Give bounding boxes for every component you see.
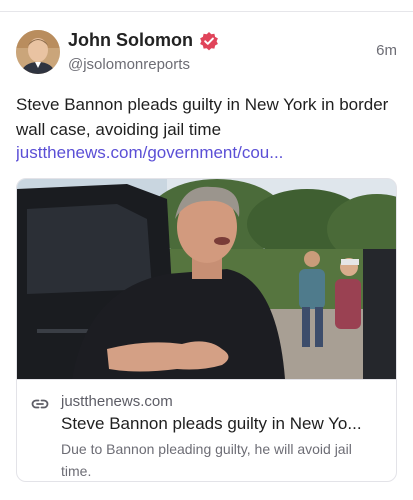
post-header: John Solomon @jsolomonreports 6m xyxy=(16,28,397,76)
post-timestamp: 6m xyxy=(376,42,397,59)
link-preview-card[interactable]: justthenews.com Steve Bannon pleads guil… xyxy=(16,178,397,482)
avatar-image xyxy=(16,30,60,74)
link-preview-domain: justthenews.com xyxy=(61,393,173,410)
author-name[interactable]: John Solomon xyxy=(68,30,193,51)
link-preview-title[interactable]: Steve Bannon pleads guilty in New Yo... xyxy=(61,414,391,434)
top-divider xyxy=(0,0,413,12)
author-handle[interactable]: @jsolomonreports xyxy=(68,56,190,73)
link-preview-description: Due to Bannon pleading guilty, he will a… xyxy=(61,441,352,479)
link-preview-meta: justthenews.com Steve Bannon pleads guil… xyxy=(17,379,396,481)
link-preview-image[interactable] xyxy=(17,179,396,379)
post-body-text: Steve Bannon pleads guilty in New York i… xyxy=(16,95,389,139)
preview-photo xyxy=(17,179,396,379)
avatar[interactable] xyxy=(16,30,60,74)
link-icon xyxy=(31,399,49,409)
author-row: John Solomon xyxy=(68,30,219,51)
verified-badge-icon xyxy=(200,31,218,50)
post-link[interactable]: justthenews.com/government/cou... xyxy=(16,140,397,165)
